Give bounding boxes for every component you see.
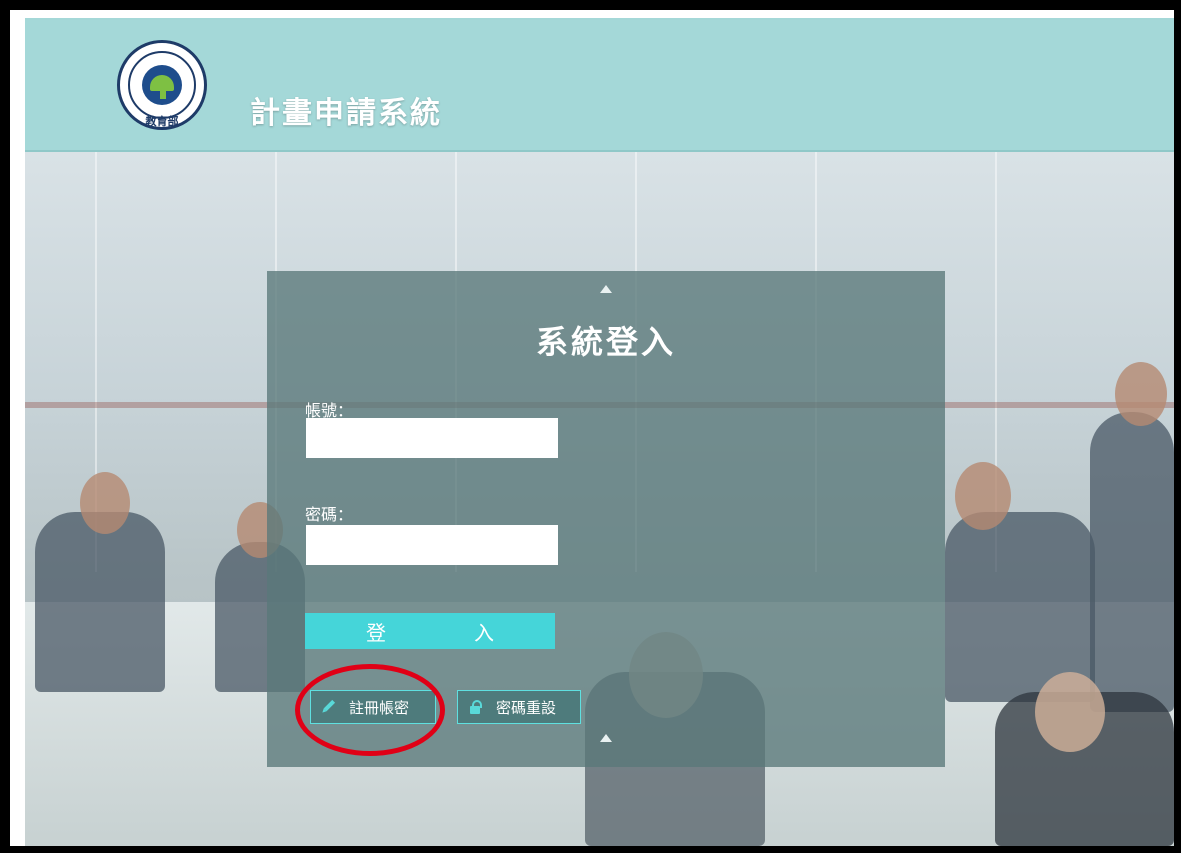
reset-password-button[interactable]: 密碼重設 [457, 690, 581, 724]
background-person-head [1115, 362, 1167, 426]
site-title: 計畫申請系統 [250, 96, 442, 131]
left-gutter [10, 10, 25, 846]
triangle-up-icon [600, 734, 612, 742]
account-input[interactable] [306, 418, 558, 458]
register-account-label: 註冊帳密 [349, 698, 410, 717]
register-account-button[interactable]: 註冊帳密 [310, 690, 436, 724]
site-header: 教育部 計畫申請系統 [25, 18, 1174, 152]
password-input[interactable] [306, 525, 558, 565]
login-title: 系統登入 [535, 323, 676, 361]
sprout-stem [160, 87, 166, 99]
browser-frame: 教育部 計畫申請系統 系統登入 帳號： 密碼： 登 入 註冊帳密 密碼重設 [10, 10, 1174, 846]
lock-icon [468, 700, 482, 714]
background-person-head [80, 472, 130, 534]
background-person-head [955, 462, 1011, 530]
pencil-icon [318, 697, 338, 717]
password-label: 密碼： [305, 505, 354, 524]
logo-seal-text: 教育部 [145, 115, 179, 128]
background-person [1090, 412, 1174, 712]
login-button[interactable]: 登 入 [305, 613, 555, 649]
reset-password-label: 密碼重設 [496, 698, 557, 717]
login-panel: 系統登入 帳號： 密碼： 登 入 註冊帳密 密碼重設 [267, 271, 945, 767]
ministry-of-education-logo: 教育部 [117, 40, 207, 130]
background-person-head [1035, 672, 1105, 752]
triangle-up-icon [600, 285, 612, 293]
background-person [35, 512, 165, 692]
